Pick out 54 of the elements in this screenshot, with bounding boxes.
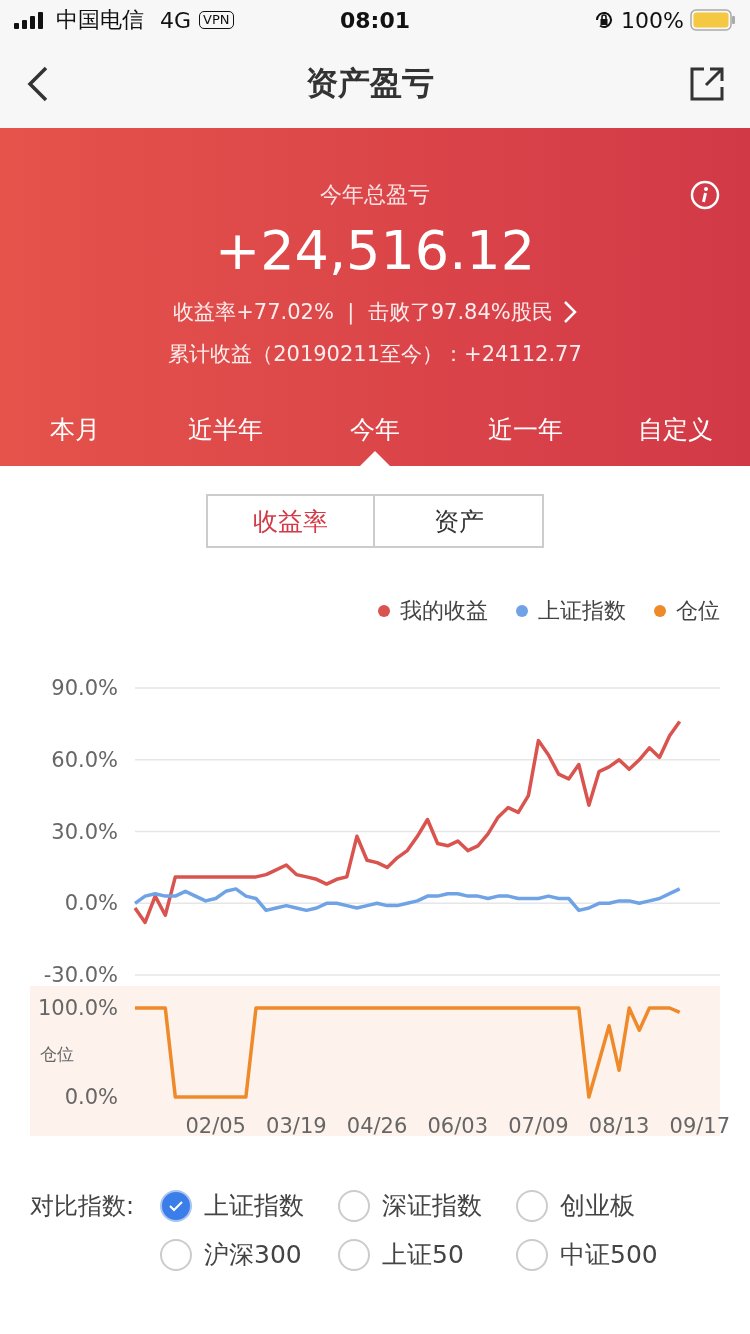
compare-label: 对比指数: bbox=[30, 1190, 136, 1222]
index-option[interactable]: 创业板 bbox=[516, 1189, 694, 1222]
x-axis-label: 04/26 bbox=[346, 1114, 408, 1138]
radio-button[interactable] bbox=[516, 1189, 548, 1222]
x-axis-label: 02/05 bbox=[185, 1114, 246, 1138]
y-axis-label: 60.0% bbox=[51, 747, 118, 772]
back-icon[interactable] bbox=[26, 66, 50, 102]
battery-percent: 100% bbox=[621, 7, 684, 33]
y-axis-label: 0.0% bbox=[64, 891, 118, 916]
legend-label: 上证指数 bbox=[538, 597, 626, 625]
y-axis-label: -30.0% bbox=[43, 963, 118, 986]
radio-button[interactable] bbox=[160, 1189, 192, 1222]
y-axis-label: 100.0% bbox=[37, 996, 118, 1020]
network-type: 4G bbox=[160, 7, 192, 33]
index-option[interactable]: 中证500 bbox=[516, 1238, 694, 1271]
x-axis-label: 08/13 bbox=[588, 1114, 650, 1138]
battery-icon bbox=[690, 9, 736, 31]
carrier-name: 中国电信 bbox=[56, 6, 144, 34]
radio-button[interactable] bbox=[338, 1238, 370, 1271]
segment-tab[interactable]: 资产 bbox=[375, 494, 544, 548]
index-option[interactable]: 上证指数 bbox=[160, 1189, 338, 1222]
x-axis-label: 09/17 bbox=[669, 1114, 731, 1138]
period-tab[interactable]: 今年 bbox=[300, 410, 450, 466]
return-rate-text: 收益率+77.02% | 击败了97.84%股民 bbox=[173, 299, 553, 326]
index-option[interactable]: 深证指数 bbox=[338, 1189, 516, 1222]
chevron-right-icon[interactable] bbox=[562, 300, 577, 324]
period-tab[interactable]: 近一年 bbox=[450, 410, 600, 466]
legend-label: 我的收益 bbox=[400, 597, 488, 625]
y-axis-title: 仓位 bbox=[40, 1043, 74, 1064]
radio-button[interactable] bbox=[338, 1189, 370, 1222]
index-option[interactable]: 沪深300 bbox=[160, 1238, 338, 1271]
clock: 08:01 bbox=[340, 7, 410, 33]
segment-tab[interactable]: 收益率 bbox=[206, 494, 375, 548]
period-tab[interactable]: 自定义 bbox=[600, 410, 750, 466]
radio-button[interactable] bbox=[516, 1238, 548, 1271]
x-axis-label: 06/03 bbox=[427, 1114, 488, 1138]
radio-button[interactable] bbox=[160, 1238, 192, 1271]
profit-amount: +24,516.12 bbox=[214, 218, 536, 284]
y-axis-label: 0.0% bbox=[64, 1085, 118, 1109]
y-axis-label: 30.0% bbox=[51, 819, 118, 844]
page-title: 资产盈亏 bbox=[306, 63, 434, 104]
info-icon[interactable] bbox=[690, 180, 720, 210]
legend-label: 仓位 bbox=[676, 597, 720, 625]
vpn-badge: VPN bbox=[199, 11, 234, 29]
period-tab[interactable]: 本月 bbox=[0, 410, 150, 466]
share-icon[interactable] bbox=[690, 67, 724, 101]
x-axis-label: 07/09 bbox=[508, 1114, 569, 1138]
y-axis-label: 90.0% bbox=[51, 676, 118, 700]
cumulative-return: 累计收益（20190211至今）：+24112.77 bbox=[168, 341, 582, 368]
x-axis-label: 03/19 bbox=[266, 1114, 327, 1138]
period-tab[interactable]: 近半年 bbox=[150, 410, 300, 466]
summary-label: 今年总盈亏 bbox=[320, 181, 430, 209]
index-option[interactable]: 上证50 bbox=[338, 1238, 516, 1271]
check-icon bbox=[168, 1199, 184, 1212]
